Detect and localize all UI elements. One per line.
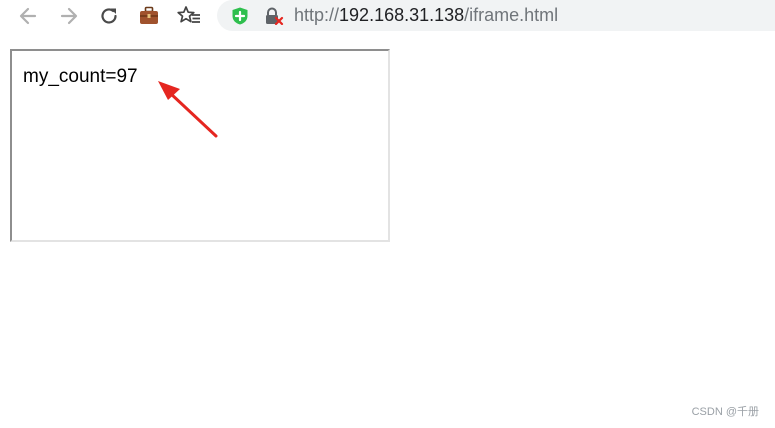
forward-arrow-icon[interactable] bbox=[55, 2, 83, 30]
address-bar[interactable]: http://192.168.31.138/iframe.html bbox=[217, 0, 775, 31]
favorites-star-icon[interactable] bbox=[175, 2, 203, 30]
lock-warning-icon[interactable] bbox=[264, 7, 284, 26]
shield-plus-icon[interactable] bbox=[231, 7, 249, 25]
browser-toolbar: http://192.168.31.138/iframe.html bbox=[0, 0, 775, 32]
briefcase-icon[interactable] bbox=[135, 2, 163, 30]
url-path: /iframe.html bbox=[464, 5, 559, 25]
count-text: my_count=97 bbox=[23, 66, 138, 87]
url-host: 192.168.31.138 bbox=[339, 5, 465, 25]
url-text[interactable]: http://192.168.31.138/iframe.html bbox=[294, 4, 558, 26]
url-scheme: http:// bbox=[294, 5, 340, 25]
reload-icon[interactable] bbox=[95, 2, 123, 30]
back-arrow-icon[interactable] bbox=[14, 2, 42, 30]
browser-window: http://192.168.31.138/iframe.html my_cou… bbox=[0, 0, 775, 428]
annotation-arrow-icon bbox=[158, 81, 218, 138]
watermark: CSDN @千册 bbox=[691, 406, 759, 418]
